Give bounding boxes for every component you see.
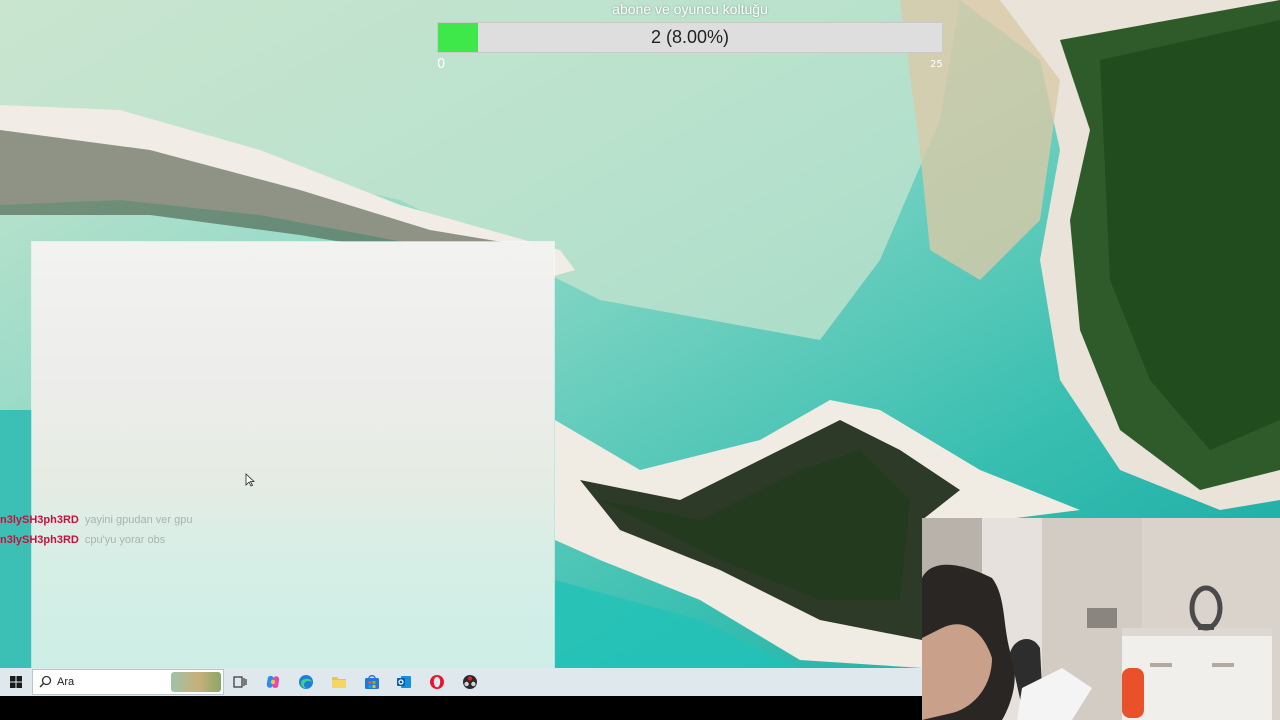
obs-icon	[463, 675, 477, 689]
edge-icon	[299, 675, 313, 689]
file-explorer-button[interactable]	[329, 672, 349, 692]
chat-username: n3lySH3ph3RD	[0, 514, 79, 526]
store-button[interactable]	[362, 672, 382, 692]
outlook-icon	[397, 676, 411, 688]
opera-button[interactable]	[427, 672, 447, 692]
edge-button[interactable]	[296, 672, 316, 692]
start-button[interactable]	[0, 668, 32, 696]
task-view-icon	[233, 676, 247, 688]
store-icon	[365, 675, 379, 689]
taskbar-search-box[interactable]	[32, 669, 224, 695]
search-highlight-image	[171, 672, 221, 692]
chat-username: n3lySH3ph3RD	[0, 534, 79, 546]
goal-progress-text: 2 (8.00%)	[650, 27, 730, 47]
chat-line: n3lySH3ph3RD yayini gpudan ver gpu	[0, 514, 193, 526]
obs-button[interactable]	[460, 672, 480, 692]
webcam-scene	[922, 518, 1280, 720]
chat-message: cpu'yu yorar obs	[84, 534, 166, 546]
opera-icon	[430, 675, 444, 689]
chat-message: yayini gpudan ver gpu	[84, 514, 193, 526]
black-bar	[0, 696, 922, 720]
file-explorer-icon	[332, 677, 346, 688]
windows-start-icon	[10, 676, 22, 688]
outlook-button[interactable]	[394, 672, 414, 692]
copilot-icon	[266, 676, 280, 688]
search-input[interactable]	[57, 673, 167, 691]
blurred-window[interactable]	[32, 242, 554, 668]
webcam-overlay	[922, 518, 1280, 720]
search-icon	[39, 675, 52, 688]
task-view-button[interactable]	[230, 672, 250, 692]
goal-title: abone ve oyuncu koltuğu	[612, 1, 768, 17]
mouse-cursor-icon	[245, 473, 255, 487]
chat-line: n3lySH3ph3RD cpu'yu yorar obs	[0, 534, 165, 546]
goal-progress-bar: 2 (8.00%)	[437, 22, 943, 53]
goal-min-label: 0	[437, 57, 446, 72]
goal-max-label: 25	[930, 59, 943, 70]
copilot-button[interactable]	[263, 672, 283, 692]
